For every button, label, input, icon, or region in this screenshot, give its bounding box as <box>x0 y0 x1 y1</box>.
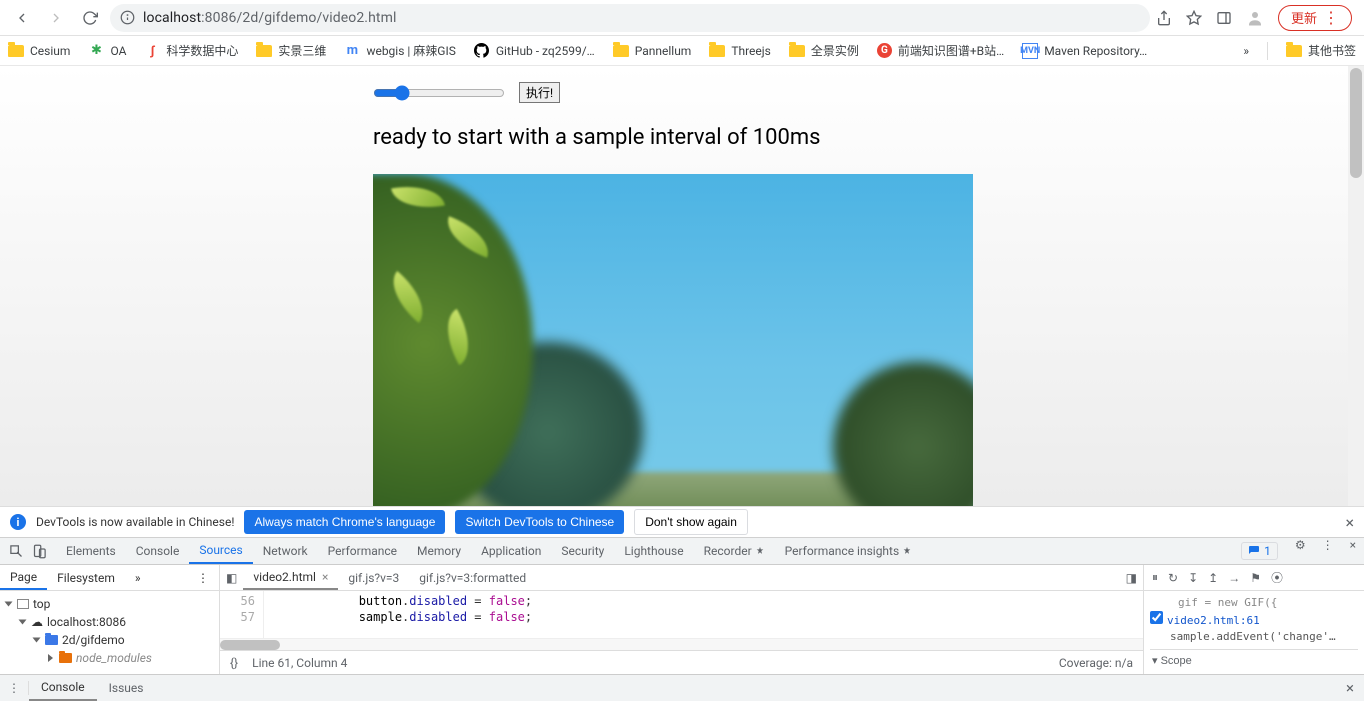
toolbar-right: 更新⋮ <box>1156 5 1356 31</box>
url-text: localhost:8086/2d/gifdemo/video2.html <box>143 10 396 26</box>
browser-toolbar: localhost:8086/2d/gifdemo/video2.html 更新… <box>0 0 1364 36</box>
nav-menu-icon[interactable]: ⋮ <box>187 565 219 590</box>
file-tab-gifjs-fmt[interactable]: gif.js?v=3:formatted <box>409 565 536 590</box>
tab-perf-insights[interactable]: Performance insights <box>775 538 923 564</box>
file-nav-icon[interactable]: ◧ <box>220 565 243 590</box>
device-icon[interactable] <box>32 544 47 559</box>
devtools-close-icon[interactable]: × <box>1342 538 1364 564</box>
step-icon[interactable]: → <box>1228 571 1240 585</box>
bookmark-other[interactable]: 其他书签 <box>1286 42 1356 59</box>
bookmark-webgis[interactable]: mwebgis | 麻辣GIS <box>344 42 455 59</box>
bookmark-fe[interactable]: G前端知识图谱+B站… <box>877 42 1004 59</box>
sources-navigator: Page Filesystem » ⋮ top ☁localhost:8086 … <box>0 565 220 674</box>
inspect-icon[interactable] <box>9 544 24 559</box>
pause-icon[interactable]: ⏸ <box>1152 570 1158 585</box>
page-content: 执行! ready to start with a sample interva… <box>0 66 1364 506</box>
page-scrollbar[interactable] <box>1348 66 1364 506</box>
tab-sources[interactable]: Sources <box>189 538 252 564</box>
devtools-menu-icon[interactable]: ⋮ <box>1314 538 1342 564</box>
star-icon[interactable] <box>1186 10 1202 26</box>
bookmark-3d[interactable]: 实景三维 <box>256 42 326 59</box>
tree-dir[interactable]: 2d/gifdemo <box>6 631 219 649</box>
profile-icon[interactable] <box>1246 9 1264 27</box>
bookmarks-bar: Cesium ✱OA ʃ科学数据中心 实景三维 mwebgis | 麻辣GIS … <box>0 36 1364 66</box>
forward-button[interactable] <box>42 4 70 32</box>
scope-header[interactable]: ▾ Scope <box>1150 649 1358 669</box>
tab-application[interactable]: Application <box>471 538 551 564</box>
bookmark-cesium[interactable]: Cesium <box>8 43 70 59</box>
sidepanel-icon[interactable] <box>1216 10 1232 26</box>
bookmark-github[interactable]: GitHub - zq2599/… <box>474 43 595 59</box>
drawer-tab-issues[interactable]: Issues <box>97 675 156 701</box>
reload-button[interactable] <box>76 4 104 32</box>
step-out-icon[interactable]: ↥ <box>1208 571 1218 585</box>
nav-tab-page[interactable]: Page <box>0 565 47 590</box>
bookmark-pannellum[interactable]: Pannellum <box>613 43 692 59</box>
toggle-sidebar-icon[interactable]: ◨ <box>1120 565 1143 590</box>
bookmarks-overflow[interactable]: » <box>1243 44 1249 58</box>
drawer-tab-console[interactable]: Console <box>29 675 97 701</box>
editor-hscroll[interactable] <box>220 638 1143 650</box>
tab-memory[interactable]: Memory <box>407 538 471 564</box>
tree-host[interactable]: ☁localhost:8086 <box>6 613 219 631</box>
step-over-icon[interactable]: ↻ <box>1168 571 1178 585</box>
nav-tab-more[interactable]: » <box>125 565 151 590</box>
tab-performance[interactable]: Performance <box>318 538 407 564</box>
deactivate-bp-icon[interactable]: ⚑ <box>1250 571 1261 585</box>
devtools-lang-bar: i DevTools is now available in Chinese! … <box>0 506 1364 538</box>
file-tab-video2[interactable]: video2.html× <box>243 565 338 590</box>
pause-exc-icon[interactable]: ⦿ <box>1271 569 1283 586</box>
interval-slider[interactable] <box>373 85 505 101</box>
editor-status: {} Line 61, Column 4 Coverage: n/a <box>220 650 1143 674</box>
tab-recorder[interactable]: Recorder <box>694 538 775 564</box>
back-button[interactable] <box>8 4 36 32</box>
switch-lang-button[interactable]: Switch DevTools to Chinese <box>455 510 624 534</box>
breakpoint-line: sample.addEvent('change'… <box>1150 629 1358 645</box>
breakpoint-row[interactable]: video2.html:61 <box>1150 611 1358 629</box>
file-tree: top ☁localhost:8086 2d/gifdemo node_modu… <box>0 591 219 674</box>
debugger-controls: ⏸ ↻ ↧ ↥ → ⚑ ⦿ <box>1144 565 1364 591</box>
address-bar[interactable]: localhost:8086/2d/gifdemo/video2.html <box>110 4 1150 32</box>
line-gutter: 5657 <box>220 591 264 638</box>
status-text: ready to start with a sample interval of… <box>373 125 1364 150</box>
lang-message: DevTools is now available in Chinese! <box>36 515 234 529</box>
source-editor: ◧ video2.html× gif.js?v=3 gif.js?v=3:for… <box>220 565 1144 674</box>
tab-elements[interactable]: Elements <box>56 538 126 564</box>
always-match-button[interactable]: Always match Chrome's language <box>244 510 445 534</box>
bookmark-sci[interactable]: ʃ科学数据中心 <box>144 42 238 59</box>
settings-icon[interactable]: ⚙ <box>1287 538 1314 564</box>
step-into-icon[interactable]: ↧ <box>1188 571 1198 585</box>
bookmark-oa[interactable]: ✱OA <box>88 43 126 59</box>
update-button[interactable]: 更新⋮ <box>1278 5 1352 31</box>
devtools-tabs: Elements Console Sources Network Perform… <box>0 538 1364 565</box>
lang-close-icon[interactable]: × <box>1345 513 1354 532</box>
devtools-body: Page Filesystem » ⋮ top ☁localhost:8086 … <box>0 565 1364 674</box>
tree-node-modules[interactable]: node_modules <box>6 649 219 667</box>
tab-network[interactable]: Network <box>253 538 318 564</box>
tree-top[interactable]: top <box>6 595 219 613</box>
execute-button[interactable]: 执行! <box>519 82 560 103</box>
console-drawer: ⋮ Console Issues × <box>0 674 1364 701</box>
file-tab-gifjs[interactable]: gif.js?v=3 <box>338 565 409 590</box>
tab-console[interactable]: Console <box>126 538 190 564</box>
dont-show-button[interactable]: Don't show again <box>634 509 748 535</box>
tab-security[interactable]: Security <box>551 538 614 564</box>
tab-lighthouse[interactable]: Lighthouse <box>614 538 693 564</box>
share-icon[interactable] <box>1156 10 1172 26</box>
drawer-close-icon[interactable]: × <box>1336 679 1364 697</box>
bookmark-threejs[interactable]: Threejs <box>709 43 771 59</box>
drawer-menu-icon[interactable]: ⋮ <box>0 681 29 695</box>
debugger-panel: ⏸ ↻ ↧ ↥ → ⚑ ⦿ gif = new GIF({ video2.htm… <box>1144 565 1364 674</box>
site-info-icon[interactable] <box>120 10 135 25</box>
watch-snippet: gif = new GIF({ <box>1150 595 1358 611</box>
bookmark-maven[interactable]: MVNMaven Repository… <box>1022 43 1147 59</box>
code-text[interactable]: button.disabled = false; sample.disabled… <box>264 591 532 638</box>
info-icon: i <box>10 514 26 530</box>
video-preview <box>373 174 973 506</box>
bookmark-pano[interactable]: 全景实例 <box>789 42 859 59</box>
issues-badge[interactable]: 1 <box>1241 542 1278 560</box>
close-icon[interactable]: × <box>322 570 328 584</box>
nav-tab-filesystem[interactable]: Filesystem <box>47 565 125 590</box>
